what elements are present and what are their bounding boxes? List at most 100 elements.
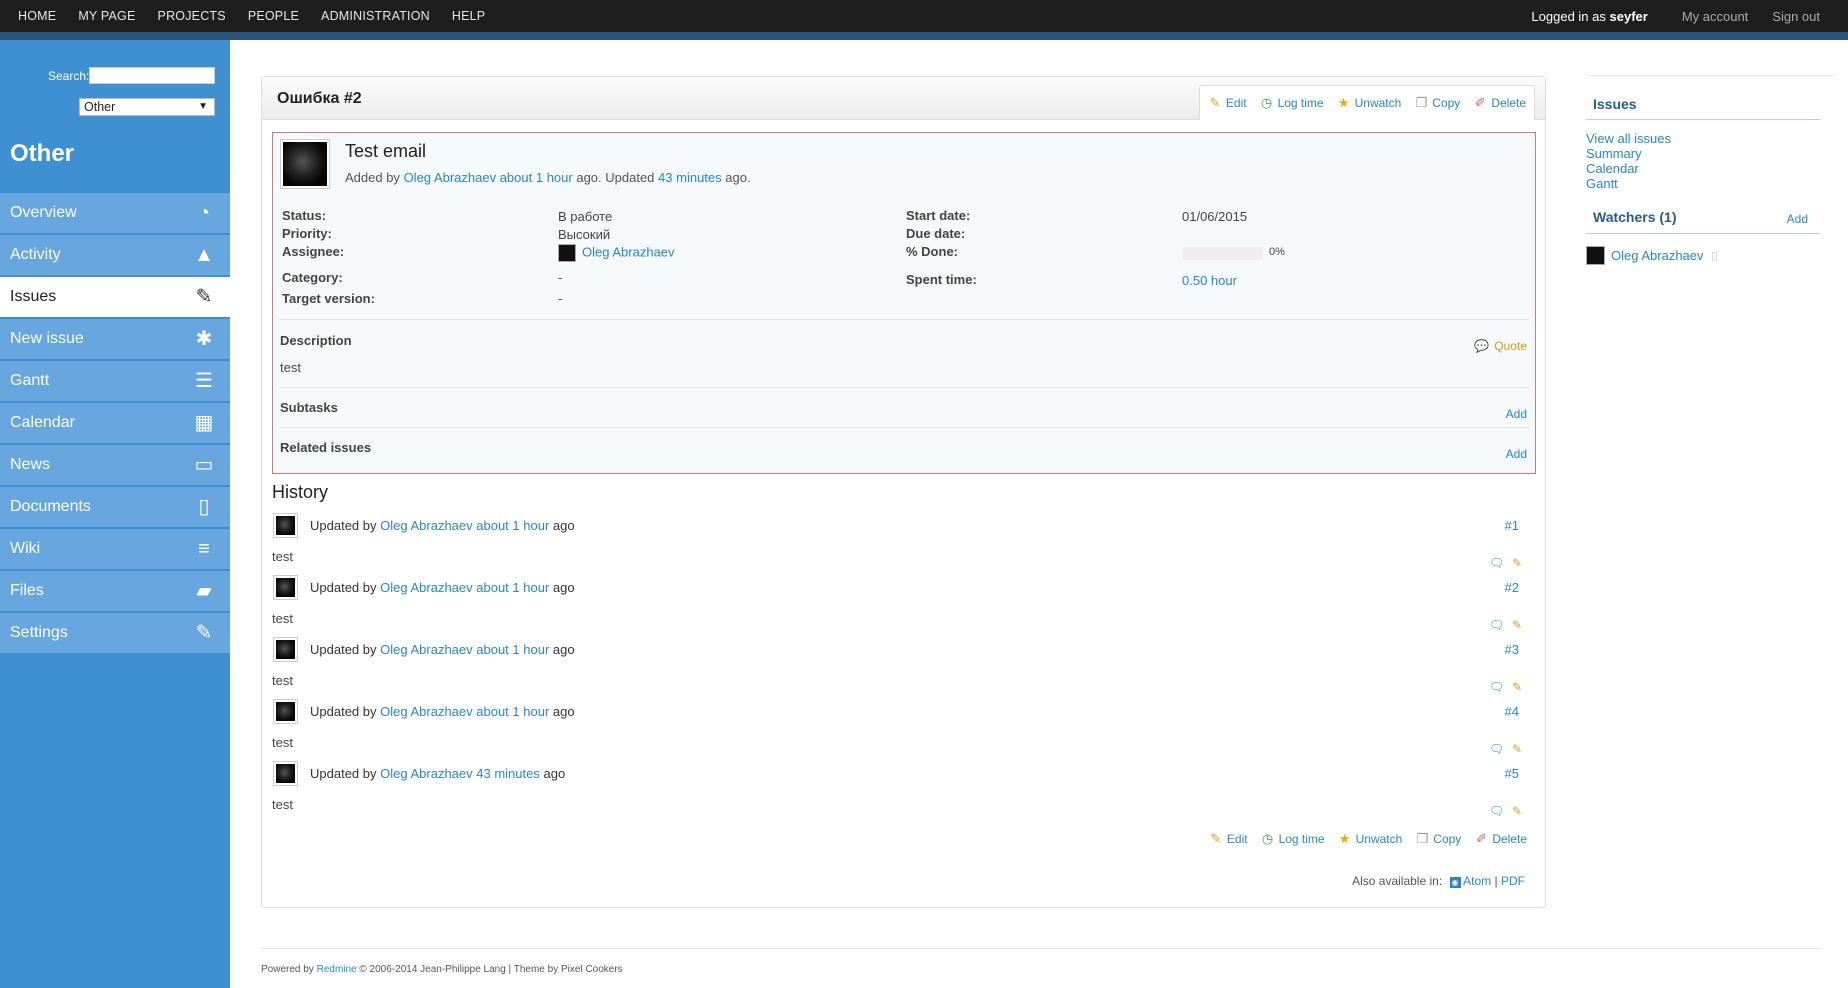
menu-item-files[interactable]: Files ▰ xyxy=(0,571,230,613)
journal-author-link[interactable]: Oleg Abrazhaev xyxy=(380,518,473,533)
menu-item-new-issue[interactable]: New issue ✱ xyxy=(0,319,230,361)
watcher-link[interactable]: Oleg Abrazhaev xyxy=(1611,248,1704,263)
updated-ago-link[interactable]: 43 minutes xyxy=(658,170,722,185)
menu-item-gantt[interactable]: Gantt ☰ xyxy=(0,361,230,403)
add-watcher-link[interactable]: Add xyxy=(1787,212,1808,226)
pencil-icon[interactable]: ✎ xyxy=(1510,680,1524,694)
delete-label: Delete xyxy=(1491,96,1526,110)
top-nav-my-page[interactable]: MY PAGE xyxy=(78,9,135,23)
menu-item-overview[interactable]: Overview ◔ xyxy=(0,193,230,235)
pencil-icon[interactable]: ✎ xyxy=(1510,804,1524,818)
journal-author-link[interactable]: Oleg Abrazhaev xyxy=(380,766,473,781)
comment-icon[interactable]: 🗨 xyxy=(1489,556,1504,570)
my-account-link[interactable]: My account xyxy=(1682,9,1748,24)
author-link[interactable]: Oleg Abrazhaev xyxy=(404,170,497,185)
view-all-issues-link[interactable]: View all issues xyxy=(1586,131,1671,146)
pdf-link[interactable]: PDF xyxy=(1501,874,1525,888)
delete-button[interactable]: ✐ Delete xyxy=(1473,96,1526,111)
calendar-link[interactable]: Calendar xyxy=(1586,161,1639,176)
top-nav-people[interactable]: PEOPLE xyxy=(248,9,299,23)
project-sidebar: Search: Other ▼ Other Overview ◔ Activity ▲… xyxy=(0,40,230,988)
star-icon: ★ xyxy=(1337,95,1350,110)
edit-label: Edit xyxy=(1225,96,1247,110)
quote-label: Quote xyxy=(1494,339,1527,353)
menu-item-wiki[interactable]: Wiki ≡ xyxy=(0,529,230,571)
edit-button[interactable]: ✎ Edit xyxy=(1208,96,1247,111)
journal-number-link[interactable]: #3 xyxy=(1505,642,1519,657)
assignee-link[interactable]: Oleg Abrazhaev xyxy=(582,244,675,259)
atom-link[interactable]: Atom xyxy=(1463,874,1491,888)
journal-note: test xyxy=(272,797,293,812)
quote-button[interactable]: 💬 Quote xyxy=(1474,339,1527,353)
copy-button[interactable]: ❐ Copy xyxy=(1414,95,1461,111)
spent-time-label: Spent time: xyxy=(906,272,977,287)
journal-time-link[interactable]: about 1 hour xyxy=(476,704,549,719)
copy-label: Copy xyxy=(1432,96,1461,110)
journal-time-link[interactable]: about 1 hour xyxy=(476,580,549,595)
unwatch-button[interactable]: ★ Unwatch xyxy=(1337,95,1402,111)
menu-item-settings[interactable]: Settings ✎ xyxy=(0,613,230,655)
menu-item-news[interactable]: News ▭ xyxy=(0,445,230,487)
assignee-label: Assignee: xyxy=(282,244,345,259)
history-journal: Updated by Oleg Abrazhaev about 1 hour a… xyxy=(272,637,1534,699)
gantt-link[interactable]: Gantt xyxy=(1586,176,1618,191)
journal-avatar xyxy=(273,513,298,538)
sign-out-link[interactable]: Sign out xyxy=(1772,9,1820,24)
journal-author-link[interactable]: Oleg Abrazhaev xyxy=(380,642,473,657)
delete-button[interactable]: ✐ Delete xyxy=(1474,832,1527,847)
menu-item-activity[interactable]: Activity ▲ xyxy=(0,235,230,277)
subtasks-title: Subtasks xyxy=(280,400,338,415)
project-jump-select[interactable]: Other ▼ xyxy=(79,98,215,116)
journal-number-link[interactable]: #2 xyxy=(1505,580,1519,595)
journal-header: Updated by Oleg Abrazhaev about 1 hour a… xyxy=(310,642,575,657)
pencil-icon[interactable]: ✎ xyxy=(1510,618,1524,632)
top-nav-home[interactable]: HOME xyxy=(18,9,56,23)
redmine-link[interactable]: Redmine xyxy=(317,964,357,975)
log-time-button[interactable]: ◷ Log time xyxy=(1260,96,1324,111)
top-nav-administration[interactable]: ADMINISTRATION xyxy=(321,9,430,23)
journal-time-link[interactable]: about 1 hour xyxy=(476,518,549,533)
journal-number-link[interactable]: #1 xyxy=(1505,518,1519,533)
menu-item-calendar[interactable]: Calendar ▦ xyxy=(0,403,230,445)
top-nav-help[interactable]: HELP xyxy=(452,9,485,23)
journal-time-link[interactable]: about 1 hour xyxy=(476,642,549,657)
top-nav-projects[interactable]: PROJECTS xyxy=(158,9,226,23)
issue-actions-top: ✎ Edit ◷ Log time ★ Unwatch ❐ Copy ✐ Delete xyxy=(1198,85,1535,120)
pencil-icon[interactable]: ✎ xyxy=(1510,742,1524,756)
menu-item-label: Gantt xyxy=(10,372,50,389)
footer-rule xyxy=(261,948,1821,949)
comment-icon[interactable]: 🗨 xyxy=(1489,742,1504,756)
copy-icon: ❐ xyxy=(1415,95,1428,110)
journal-time-link[interactable]: 43 minutes xyxy=(476,766,540,781)
journal-number-link[interactable]: #5 xyxy=(1505,766,1519,781)
related-issues-add-link[interactable]: Add xyxy=(1506,447,1527,461)
journal-note: test xyxy=(272,735,293,750)
unwatch-button[interactable]: ★ Unwatch xyxy=(1338,832,1403,847)
journal-header: Updated by Oleg Abrazhaev about 1 hour a… xyxy=(310,580,575,595)
divider xyxy=(279,319,1529,320)
trash-icon[interactable]: ▯ xyxy=(1712,249,1718,262)
edit-button[interactable]: ✎ Edit xyxy=(1209,832,1247,847)
comment-icon[interactable]: 🗨 xyxy=(1489,680,1504,694)
pencil-icon[interactable]: ✎ xyxy=(1510,556,1524,570)
subtasks-add-link[interactable]: Add xyxy=(1506,407,1527,421)
assignee-avatar xyxy=(558,244,576,262)
menu-item-documents[interactable]: Documents ▯ xyxy=(0,487,230,529)
journal-author-link[interactable]: Oleg Abrazhaev xyxy=(380,704,473,719)
logged-in-username[interactable]: seyfer xyxy=(1610,9,1648,24)
status-value: В работе xyxy=(558,209,613,224)
comment-icon[interactable]: 🗨 xyxy=(1489,804,1504,818)
added-ago-link[interactable]: about 1 hour xyxy=(500,170,573,185)
menu-item-issues[interactable]: Issues ✎ xyxy=(0,277,230,319)
search-input[interactable] xyxy=(89,67,215,84)
summary-link[interactable]: Summary xyxy=(1586,146,1642,161)
rss-icon: ◉ xyxy=(1449,877,1461,888)
journal-number-link[interactable]: #4 xyxy=(1505,704,1519,719)
spent-time-link[interactable]: 0.50 hour xyxy=(1182,273,1237,288)
comment-icon[interactable]: 🗨 xyxy=(1489,618,1504,632)
log-time-button[interactable]: ◷ Log time xyxy=(1261,832,1325,847)
menu-item-label: Issues xyxy=(10,288,57,305)
copy-button[interactable]: ❐ Copy xyxy=(1415,832,1461,847)
journal-note: test xyxy=(272,673,293,688)
journal-author-link[interactable]: Oleg Abrazhaev xyxy=(380,580,473,595)
